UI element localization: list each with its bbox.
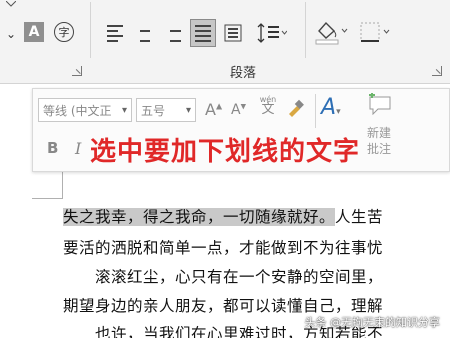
shading-paint-bucket-icon[interactable] bbox=[312, 18, 352, 46]
borders-icon[interactable] bbox=[358, 20, 394, 46]
font-size-combo[interactable]: 五号 ▾ bbox=[136, 98, 196, 122]
document-line-3[interactable]: 滚滚红尘，心只有在一个安静的空间里， bbox=[63, 265, 383, 287]
unselected-text[interactable]: 人生苦 bbox=[335, 208, 383, 226]
shrink-font-icon[interactable]: A▼ bbox=[231, 102, 246, 118]
watermark: 头条 @无拘无束的知识分享 bbox=[304, 316, 441, 329]
ribbon: ⌄ A 字 段落 bbox=[0, 0, 450, 84]
margin-corner-mark bbox=[32, 198, 63, 199]
bold-button[interactable]: B bbox=[47, 139, 58, 157]
toolbar-separator bbox=[315, 94, 316, 128]
font-name-combo[interactable]: 等线 (中文正 ▾ bbox=[38, 98, 132, 122]
instruction-overlay-text: 选中要加下划线的文字 bbox=[90, 137, 361, 167]
document-line-2[interactable]: 要活的洒脱和简单一点，才能做到不为往事忧 bbox=[63, 236, 383, 258]
line-spacing-icon[interactable] bbox=[256, 20, 288, 46]
format-painter-icon[interactable] bbox=[285, 98, 305, 122]
ribbon-separator bbox=[305, 2, 306, 58]
document-line-1[interactable]: 失之我幸，得之我命，一切随缘就好。人生苦 bbox=[63, 205, 383, 227]
align-right-icon[interactable] bbox=[162, 22, 184, 44]
character-shading-button[interactable]: A bbox=[24, 22, 44, 42]
text-effects-icon[interactable]: A▾ bbox=[321, 95, 341, 120]
font-name-value: 等线 (中文正 bbox=[43, 103, 112, 118]
phonetic-guide-icon[interactable]: wén 文 bbox=[259, 95, 277, 116]
justify-icon[interactable] bbox=[190, 19, 216, 47]
chevron-down-icon: ▾ bbox=[185, 105, 191, 116]
document-line-4[interactable]: 期望身边的亲人朋友，都可以读懂自己，理解 bbox=[63, 294, 383, 316]
selected-text[interactable]: 失之我幸，得之我命，一切随缘就好。 bbox=[63, 208, 336, 226]
distributed-align-icon[interactable] bbox=[222, 22, 244, 44]
top-icon-remnant bbox=[4, 0, 18, 8]
enclose-characters-button[interactable]: 字 bbox=[54, 22, 74, 42]
paragraph-group-launcher-icon[interactable] bbox=[432, 66, 442, 76]
grow-font-icon[interactable]: A▲ bbox=[205, 100, 222, 119]
align-center-icon[interactable] bbox=[134, 22, 156, 44]
new-comment-label[interactable]: 新建 批注 bbox=[367, 125, 391, 157]
italic-button[interactable]: I bbox=[75, 139, 81, 158]
new-comment-icon[interactable] bbox=[367, 92, 393, 119]
font-group-launcher-icon[interactable] bbox=[72, 66, 82, 76]
ribbon-separator bbox=[90, 2, 91, 58]
margin-corner-mark bbox=[62, 168, 63, 198]
font-size-value: 五号 bbox=[141, 103, 166, 118]
chevron-down-icon: ▾ bbox=[121, 105, 127, 116]
paragraph-group-label: 段落 bbox=[230, 66, 257, 81]
align-left-icon[interactable] bbox=[104, 22, 126, 44]
font-options-dropdown[interactable]: ⌄ bbox=[4, 26, 18, 42]
